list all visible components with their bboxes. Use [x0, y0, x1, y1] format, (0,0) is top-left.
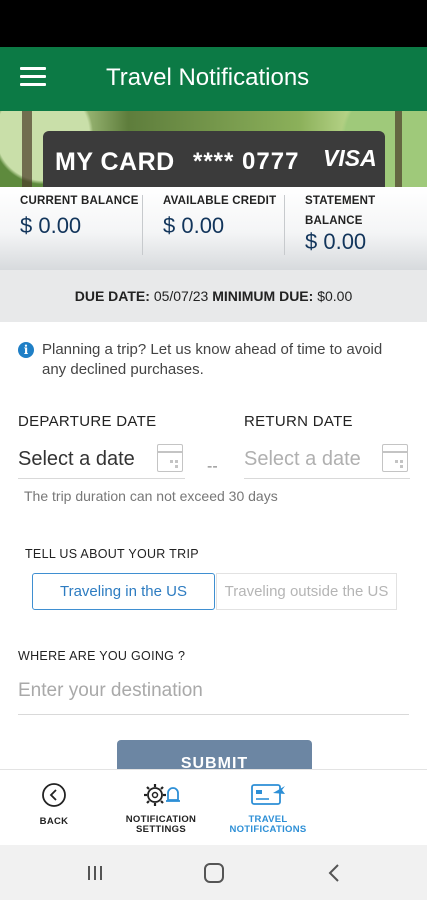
home-icon[interactable] — [203, 862, 225, 884]
card-plane-icon — [251, 784, 285, 805]
nav-notification-settings[interactable]: NOTIFICATION SETTINGS — [118, 770, 204, 835]
recents-icon[interactable] — [85, 864, 105, 882]
minimum-due-label: MINIMUM DUE: — [212, 288, 314, 304]
destination-label: WHERE ARE YOU GOING ? — [18, 649, 186, 663]
card-number: **** 0777 — [193, 148, 300, 175]
due-date-label: DUE DATE: — [74, 288, 150, 304]
nav-back-label: BACK — [39, 816, 69, 827]
due-date-value: 05/07/23 — [153, 288, 209, 304]
traveling-in-us-option[interactable]: Traveling in the US — [32, 573, 215, 610]
available-credit-label: AVAILABLE CREDIT — [163, 195, 277, 207]
hamburger-menu-icon[interactable] — [20, 67, 46, 91]
info-icon: i — [18, 342, 34, 358]
statement-balance: STATEMENT BALANCE $ 0.00 — [305, 195, 375, 255]
due-summary: DUE DATE: 05/07/23 MINIMUM DUE: $0.00 — [0, 270, 427, 322]
nav-travel-notifications[interactable]: TRAVEL NOTIFICATIONS — [224, 770, 312, 835]
card-hero-banner: MY CARD **** 0777 VISA — [0, 111, 427, 187]
balance-summary: CURRENT BALANCE $ 0.00 AVAILABLE CREDIT … — [0, 187, 427, 270]
return-date-field[interactable]: Select a date — [244, 442, 410, 479]
current-balance-value: $ 0.00 — [20, 213, 82, 238]
status-bar — [0, 0, 427, 47]
divider — [284, 195, 285, 255]
destination-field[interactable] — [18, 674, 409, 715]
tree-trunk-decoration — [395, 111, 402, 187]
departure-date-label: DEPARTURE DATE — [18, 413, 157, 430]
trip-duration-hint: The trip duration can not exceed 30 days — [24, 488, 278, 504]
system-navigation-bar — [0, 845, 427, 900]
return-date-label: RETURN DATE — [244, 413, 353, 430]
current-balance: CURRENT BALANCE $ 0.00 — [20, 195, 139, 239]
date-range-separator: -- — [207, 458, 218, 475]
destination-input[interactable] — [18, 674, 409, 702]
statement-balance-value: $ 0.00 — [305, 229, 367, 254]
bottom-navigation: BACK NOTIFICATION SETTINGS TRAVEL NOTIFI… — [0, 769, 427, 846]
divider — [142, 195, 143, 255]
available-credit-value: $ 0.00 — [163, 213, 225, 238]
calendar-icon[interactable] — [382, 444, 408, 472]
card-name: MY CARD — [55, 148, 175, 176]
nav-travel-notifications-label-line2: NOTIFICATIONS — [229, 824, 307, 835]
traveling-outside-us-option[interactable]: Traveling outside the US — [216, 573, 397, 610]
info-text: Planning a trip? Let us know ahead of ti… — [42, 341, 383, 378]
statement-balance-label-line1: STATEMENT — [305, 195, 376, 207]
nav-back[interactable]: BACK — [27, 770, 81, 827]
departure-date-placeholder: Select a date — [18, 448, 135, 470]
calendar-icon[interactable] — [157, 444, 183, 472]
nav-notification-settings-label-line2: SETTINGS — [136, 824, 186, 835]
back-chevron-icon[interactable] — [327, 863, 341, 883]
return-date-placeholder: Select a date — [244, 448, 361, 470]
available-credit: AVAILABLE CREDIT $ 0.00 — [163, 195, 276, 239]
trip-type-label: TELL US ABOUT YOUR TRIP — [25, 547, 199, 561]
tree-trunk-decoration — [22, 111, 32, 187]
credit-card: MY CARD **** 0777 VISA — [43, 131, 385, 187]
minimum-due-value: $0.00 — [317, 288, 353, 304]
statement-balance-label-line2: BALANCE — [305, 215, 363, 227]
visa-logo: VISA — [323, 145, 377, 171]
current-balance-label: CURRENT BALANCE — [20, 195, 139, 207]
app-bar: Travel Notifications — [0, 47, 427, 111]
gear-bell-icon — [144, 784, 180, 806]
back-circle-icon — [42, 783, 66, 807]
page-title: Travel Notifications — [106, 64, 310, 91]
departure-date-field[interactable]: Select a date — [18, 442, 185, 479]
